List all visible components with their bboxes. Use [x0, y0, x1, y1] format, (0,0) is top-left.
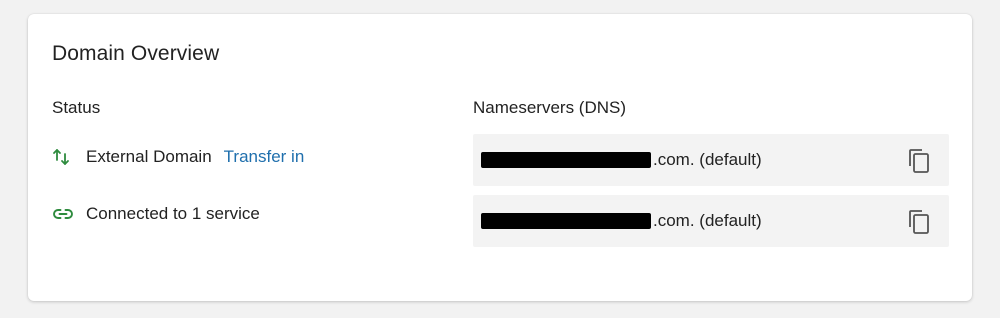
status-item-external-domain: External Domain Transfer in	[52, 146, 304, 168]
nameservers-heading: Nameservers (DNS)	[473, 98, 627, 117]
nameserver-value: .com. (default)	[653, 150, 762, 169]
status-item-connected: Connected to 1 service	[52, 203, 260, 225]
nameserver-row: .com. (default)	[473, 195, 949, 247]
transfer-in-link[interactable]: Transfer in	[224, 147, 305, 167]
transfer-arrows-icon	[52, 146, 76, 168]
copy-icon[interactable]	[905, 147, 933, 175]
nameserver-row: .com. (default)	[473, 134, 949, 186]
status-heading: Status	[52, 98, 101, 117]
redacted-text	[481, 213, 651, 229]
domain-overview-card: Domain Overview Status Nameservers (DNS)…	[28, 14, 972, 301]
nameserver-value: .com. (default)	[653, 211, 762, 230]
link-icon	[52, 203, 76, 225]
status-item-label: External Domain	[86, 147, 212, 166]
copy-icon[interactable]	[905, 208, 933, 236]
redacted-text	[481, 152, 651, 168]
status-item-label: Connected to 1 service	[86, 204, 260, 223]
card-title: Domain Overview	[52, 42, 220, 65]
